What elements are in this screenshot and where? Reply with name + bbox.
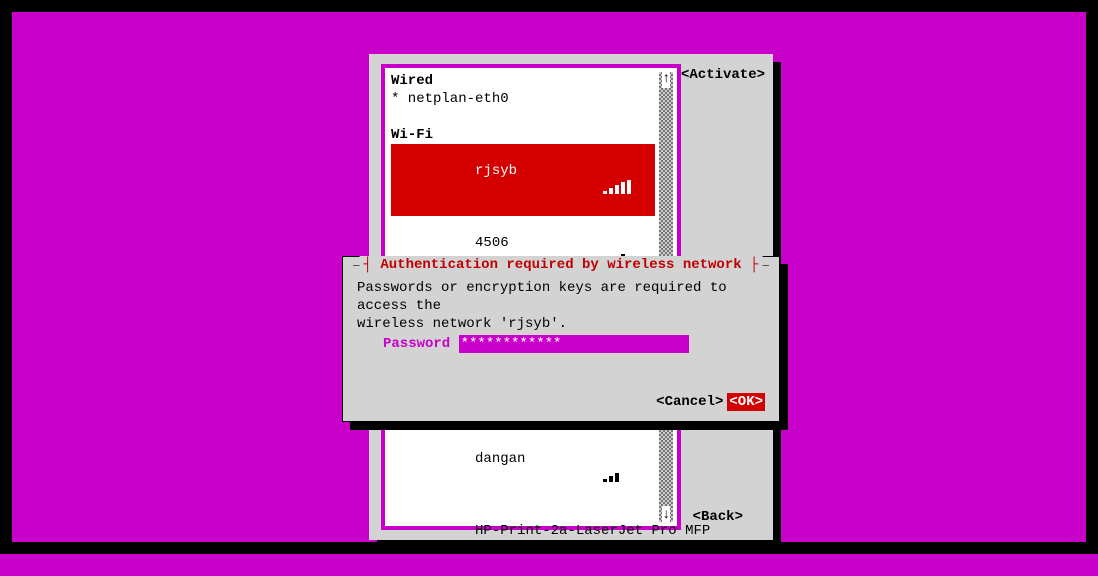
password-row: Password ************ <box>383 335 689 353</box>
signal-icon <box>603 540 631 554</box>
password-input[interactable]: ************ <box>459 335 689 353</box>
list-item[interactable]: dangan <box>391 432 655 504</box>
dialog-body: Passwords or encryption keys are require… <box>357 279 765 333</box>
dialog-text-line: Passwords or encryption keys are require… <box>357 279 765 315</box>
signal-icon <box>603 180 631 194</box>
dialog-buttons: <Cancel> <OK> <box>656 393 765 411</box>
activate-button[interactable]: <Activate> <box>681 66 765 84</box>
wifi-ssid: HP-Print-2a-LaserJet Pro MFP <box>458 523 710 539</box>
section-wifi-header: Wi-Fi <box>391 126 655 144</box>
ok-button[interactable]: <OK> <box>727 393 765 411</box>
wifi-ssid: rjsyb <box>458 163 517 179</box>
list-item[interactable]: HP-Print-2a-LaserJet Pro MFP <box>391 504 655 576</box>
password-label: Password <box>383 336 450 352</box>
list-item[interactable]: * netplan-eth0 <box>391 90 655 108</box>
dialog-title: ┤ Authentication required by wireless ne… <box>360 256 763 274</box>
signal-icon <box>603 468 631 482</box>
auth-dialog: ┤ Authentication required by wireless ne… <box>342 256 780 422</box>
wifi-ssid: dangan <box>458 451 525 467</box>
dialog-text-line: wireless network 'rjsyb'. <box>357 315 765 333</box>
cancel-button[interactable]: <Cancel> <box>656 393 723 411</box>
list-item-selected[interactable]: rjsyb <box>391 144 655 216</box>
blank-row <box>391 108 655 126</box>
section-wired-header: Wired <box>391 72 655 90</box>
wifi-ssid: 4506 <box>458 235 508 251</box>
